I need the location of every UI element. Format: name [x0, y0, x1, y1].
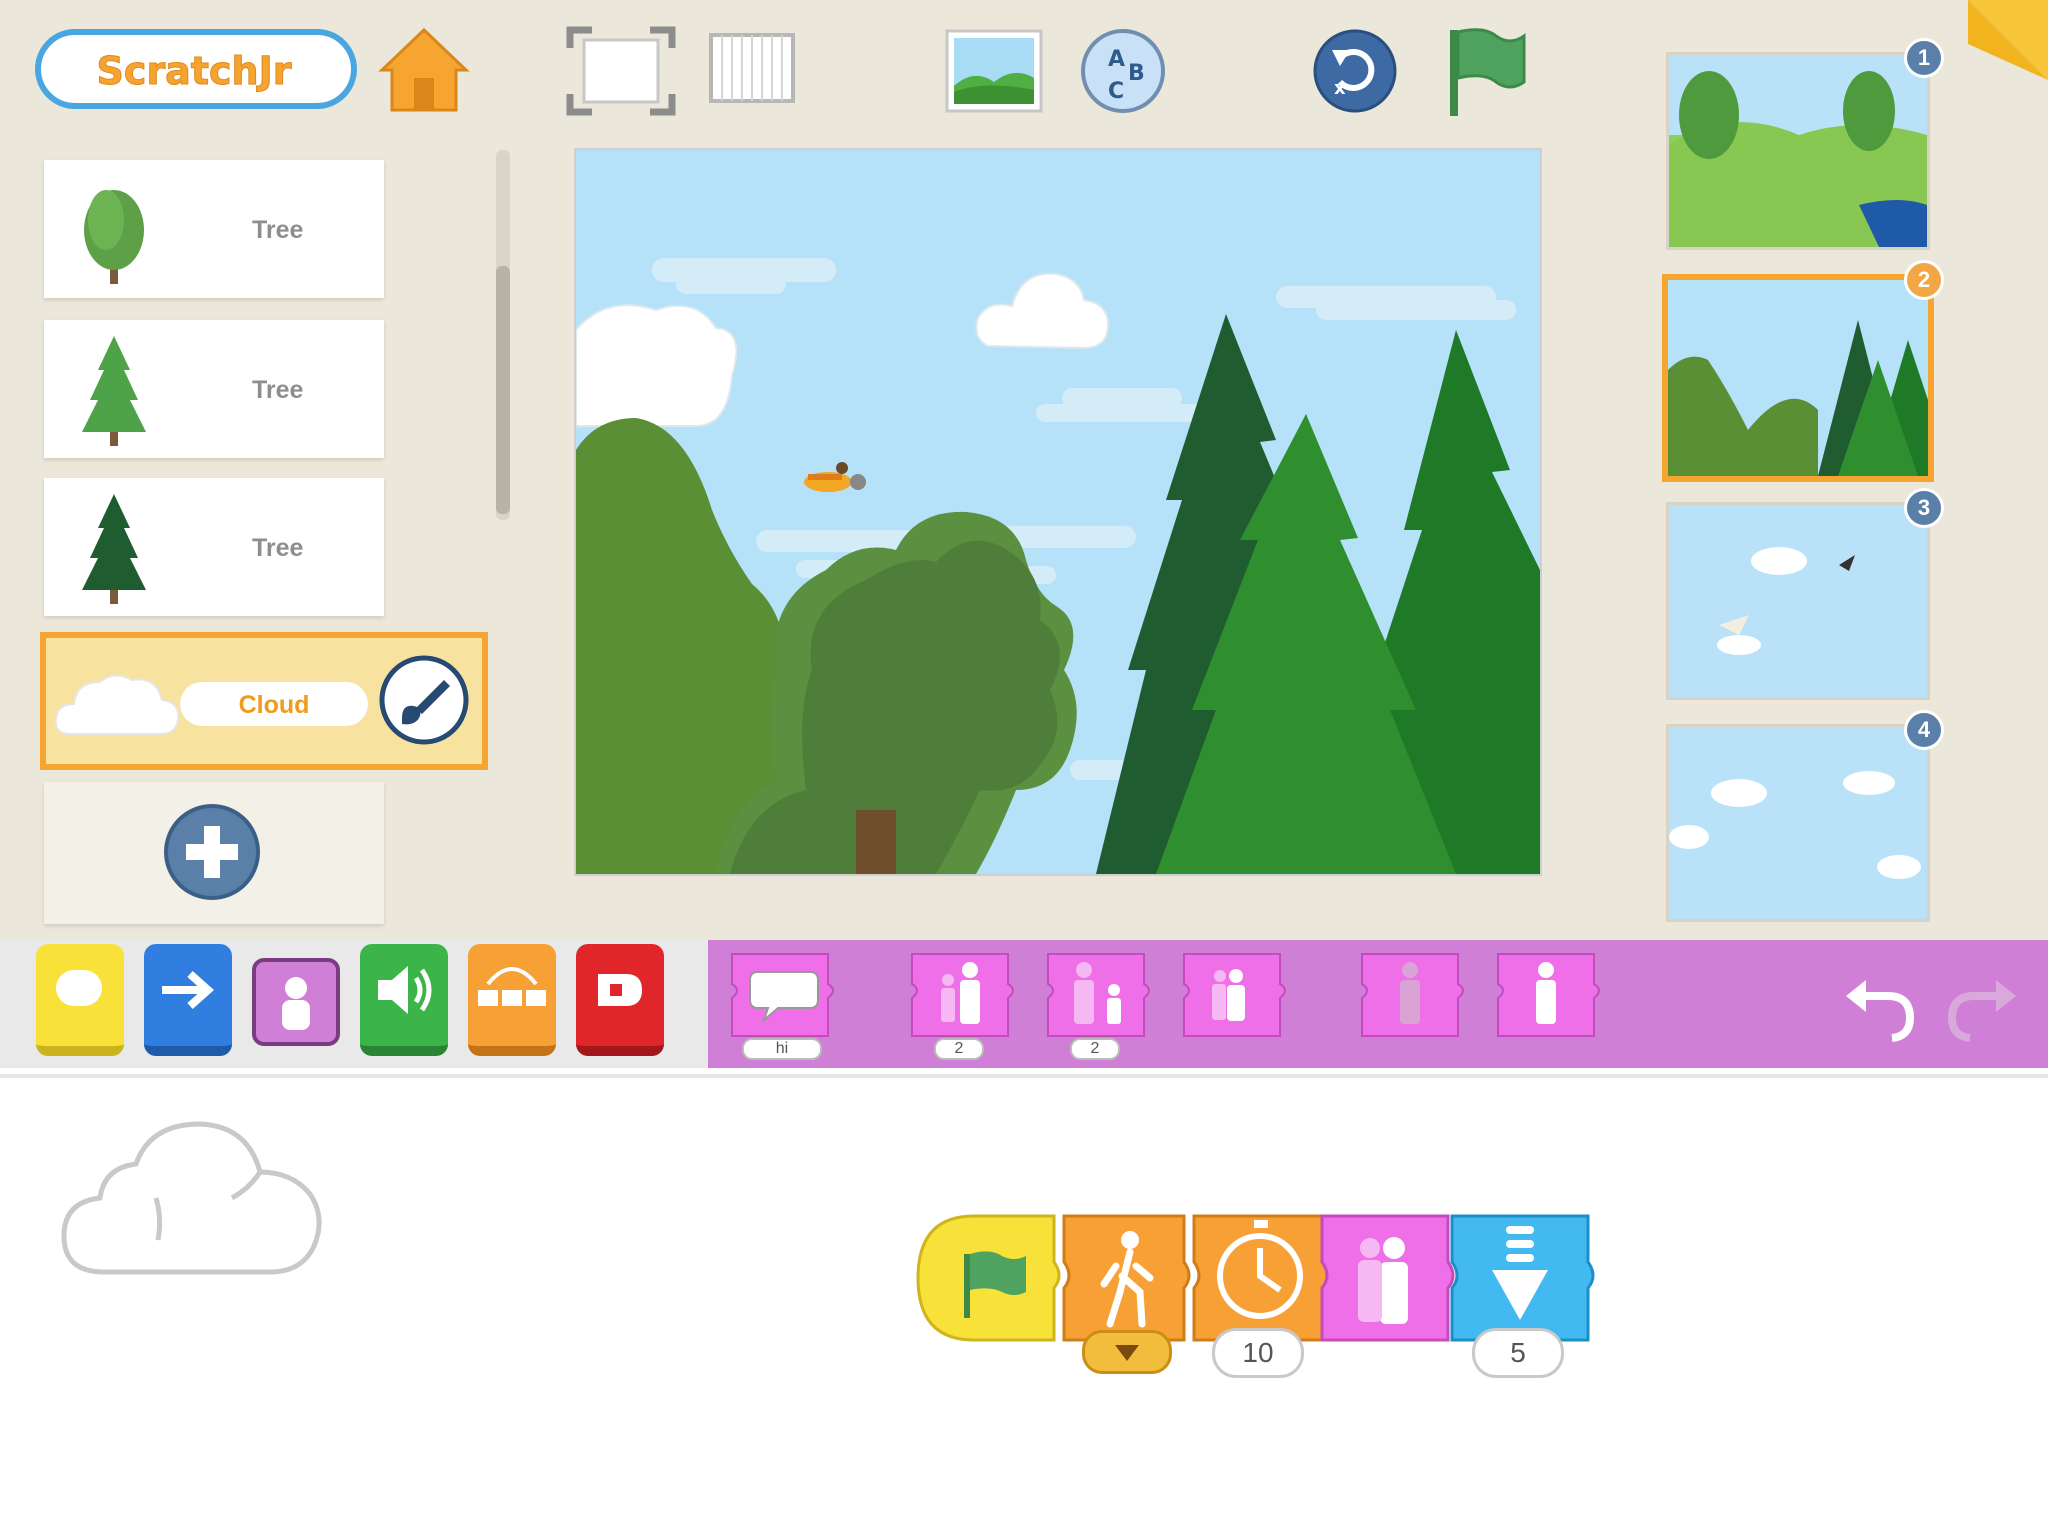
page-corner-icon[interactable]	[1968, 0, 2048, 80]
svg-text:x: x	[1334, 78, 1346, 99]
say-value[interactable]: hi	[742, 1038, 822, 1060]
cloud-sprite-outline-icon	[60, 1118, 326, 1278]
add-sprite-card[interactable]	[44, 782, 384, 924]
sprite-list: Tree Tree Tree Cloud	[40, 144, 488, 924]
scene-thumbnail[interactable]	[1666, 502, 1930, 700]
sprite-list-scrollbar[interactable]	[496, 150, 510, 520]
add-text-icon[interactable]: A B C	[1078, 26, 1168, 116]
shrink-block[interactable]: 2	[1044, 950, 1156, 1060]
svg-text:C: C	[1108, 79, 1124, 104]
deciduous-tree-icon	[74, 170, 154, 290]
sprite-card-selected[interactable]: Cloud	[40, 632, 488, 770]
sprite-name-text: Cloud	[238, 691, 310, 719]
move-down-value[interactable]: 5	[1472, 1328, 1564, 1378]
reset-characters-icon[interactable]: x	[1310, 26, 1400, 116]
send-message-block[interactable]	[1060, 1212, 1196, 1382]
svg-text:B: B	[1128, 61, 1145, 86]
dark-pine-tree-icon	[74, 488, 154, 608]
reset-size-block[interactable]	[1180, 950, 1292, 1058]
reset-size-block[interactable]	[1318, 1212, 1458, 1346]
pine-tree-icon	[74, 330, 154, 450]
shrink-value[interactable]: 2	[1070, 1038, 1120, 1060]
scenes-panel: 1 2 3 4	[1662, 38, 1944, 932]
scene-number: 2	[1904, 260, 1944, 300]
grid-icon[interactable]	[708, 32, 796, 104]
grow-value[interactable]: 2	[934, 1038, 984, 1060]
dropdown-icon[interactable]	[1082, 1330, 1172, 1374]
sprite-label: Tree	[252, 534, 304, 562]
scene-number: 4	[1904, 710, 1944, 750]
category-looks[interactable]	[252, 958, 340, 1046]
sprite-card[interactable]: Tree	[44, 478, 384, 616]
show-block[interactable]	[1494, 950, 1606, 1058]
sprite-card[interactable]: Tree	[44, 160, 384, 298]
paint-editor-icon[interactable]	[376, 652, 472, 748]
hide-block[interactable]	[1358, 950, 1470, 1058]
scene-thumbnail[interactable]	[1666, 52, 1930, 250]
scratchjr-logo[interactable]: ScratchJr	[34, 26, 358, 112]
airplane-sprite[interactable]	[804, 462, 866, 492]
wait-value[interactable]: 10	[1212, 1328, 1304, 1378]
cloud-icon	[52, 664, 182, 744]
category-sound[interactable]	[360, 944, 448, 1056]
grow-block[interactable]: 2	[908, 950, 1020, 1060]
logo-text: ScratchJr	[97, 49, 292, 93]
stage[interactable]	[574, 148, 1542, 876]
svg-text:A: A	[1108, 47, 1125, 72]
scrollbar-thumb[interactable]	[496, 266, 510, 514]
sprite-name-field[interactable]: Cloud	[180, 682, 368, 726]
home-icon[interactable]	[378, 26, 470, 114]
move-down-block[interactable]: 5	[1448, 1212, 1608, 1382]
redo-icon[interactable]	[1942, 966, 2022, 1042]
scene-thumbnail[interactable]	[1666, 724, 1930, 922]
category-motion[interactable]	[144, 944, 232, 1056]
category-control[interactable]	[468, 944, 556, 1056]
scene-number: 3	[1904, 488, 1944, 528]
scene-thumbnail-selected[interactable]	[1662, 274, 1934, 482]
change-background-icon[interactable]	[944, 28, 1044, 114]
sprite-label: Tree	[252, 376, 304, 404]
green-flag-icon[interactable]	[1444, 24, 1530, 120]
category-triggering[interactable]	[36, 944, 124, 1056]
full-screen-icon[interactable]	[566, 26, 676, 116]
add-sprite-icon[interactable]	[162, 802, 262, 902]
sprite-card[interactable]: Tree	[44, 320, 384, 458]
say-block[interactable]: hi	[728, 950, 840, 1060]
undo-icon[interactable]	[1840, 966, 1920, 1042]
sprite-label: Tree	[252, 216, 304, 244]
category-end[interactable]	[576, 944, 664, 1056]
script-area-divider	[0, 1074, 2048, 1078]
start-on-green-flag-block[interactable]	[914, 1212, 1064, 1346]
scene-number: 1	[1904, 38, 1944, 78]
